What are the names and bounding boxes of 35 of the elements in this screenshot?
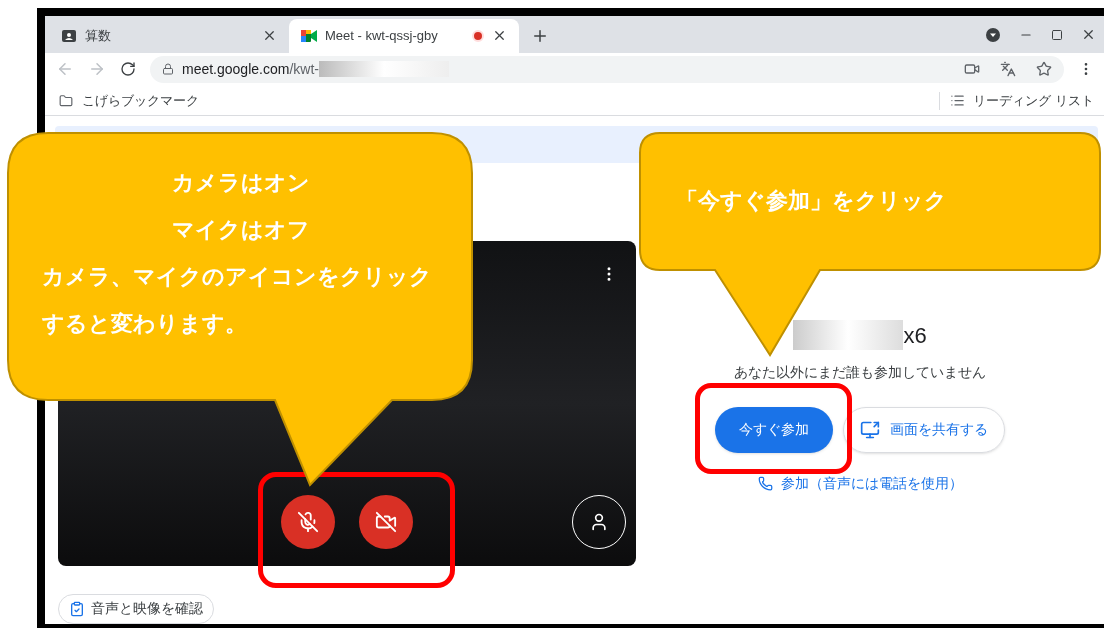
microphone-button[interactable] xyxy=(281,495,335,549)
meeting-name: x6 xyxy=(903,322,927,350)
tab-title: 算数 xyxy=(85,26,112,45)
browser-tab[interactable]: 算数 xyxy=(49,18,289,53)
screen-share-icon xyxy=(860,420,880,440)
dropdown-icon[interactable] xyxy=(985,26,1001,43)
list-icon[interactable] xyxy=(950,93,966,109)
camera-button[interactable] xyxy=(359,495,413,549)
star-icon[interactable] xyxy=(1036,61,1052,78)
join-now-button[interactable]: 今すぐ参加 xyxy=(715,407,833,453)
reload-icon[interactable] xyxy=(120,61,136,78)
callout-text: すると変わります。 xyxy=(42,310,248,338)
callout-text: カメラ、マイクのアイコンをクリック xyxy=(42,263,433,291)
bookmark-folder[interactable]: こげらブックマーク xyxy=(82,90,199,111)
callout-heading: カメラはオン xyxy=(172,169,310,197)
translate-icon[interactable] xyxy=(1000,61,1016,78)
folder-icon[interactable] xyxy=(59,93,73,108)
reading-list[interactable]: リーディング リスト xyxy=(973,90,1094,111)
video-camera-off-icon xyxy=(375,511,397,533)
callout-heading: マイクはオフ xyxy=(172,216,310,244)
address-bar[interactable]: meet.google.com/kwt- xyxy=(150,55,1064,83)
status-text: あなた以外にまだ誰も参加していません xyxy=(734,363,986,382)
callout-text: 「今すぐ参加」をクリック xyxy=(676,187,948,215)
tab-title: Meet - kwt-qssj-gby xyxy=(325,26,439,45)
phone-join-link[interactable]: 参加（音声には電話を使用） xyxy=(757,473,963,494)
lock-icon xyxy=(162,63,174,76)
url-text: meet.google.com/kwt- xyxy=(182,59,319,79)
maximize-icon[interactable] xyxy=(1051,28,1063,41)
phone-icon xyxy=(757,476,773,491)
contact-card-icon xyxy=(61,27,77,44)
person-icon xyxy=(589,512,609,532)
browser-tab[interactable]: Meet - kwt-qssj-gby xyxy=(289,18,519,53)
video-camera-logo-icon xyxy=(301,28,317,43)
microphone-off-icon xyxy=(297,511,319,533)
clipboard-check-icon xyxy=(69,601,85,617)
